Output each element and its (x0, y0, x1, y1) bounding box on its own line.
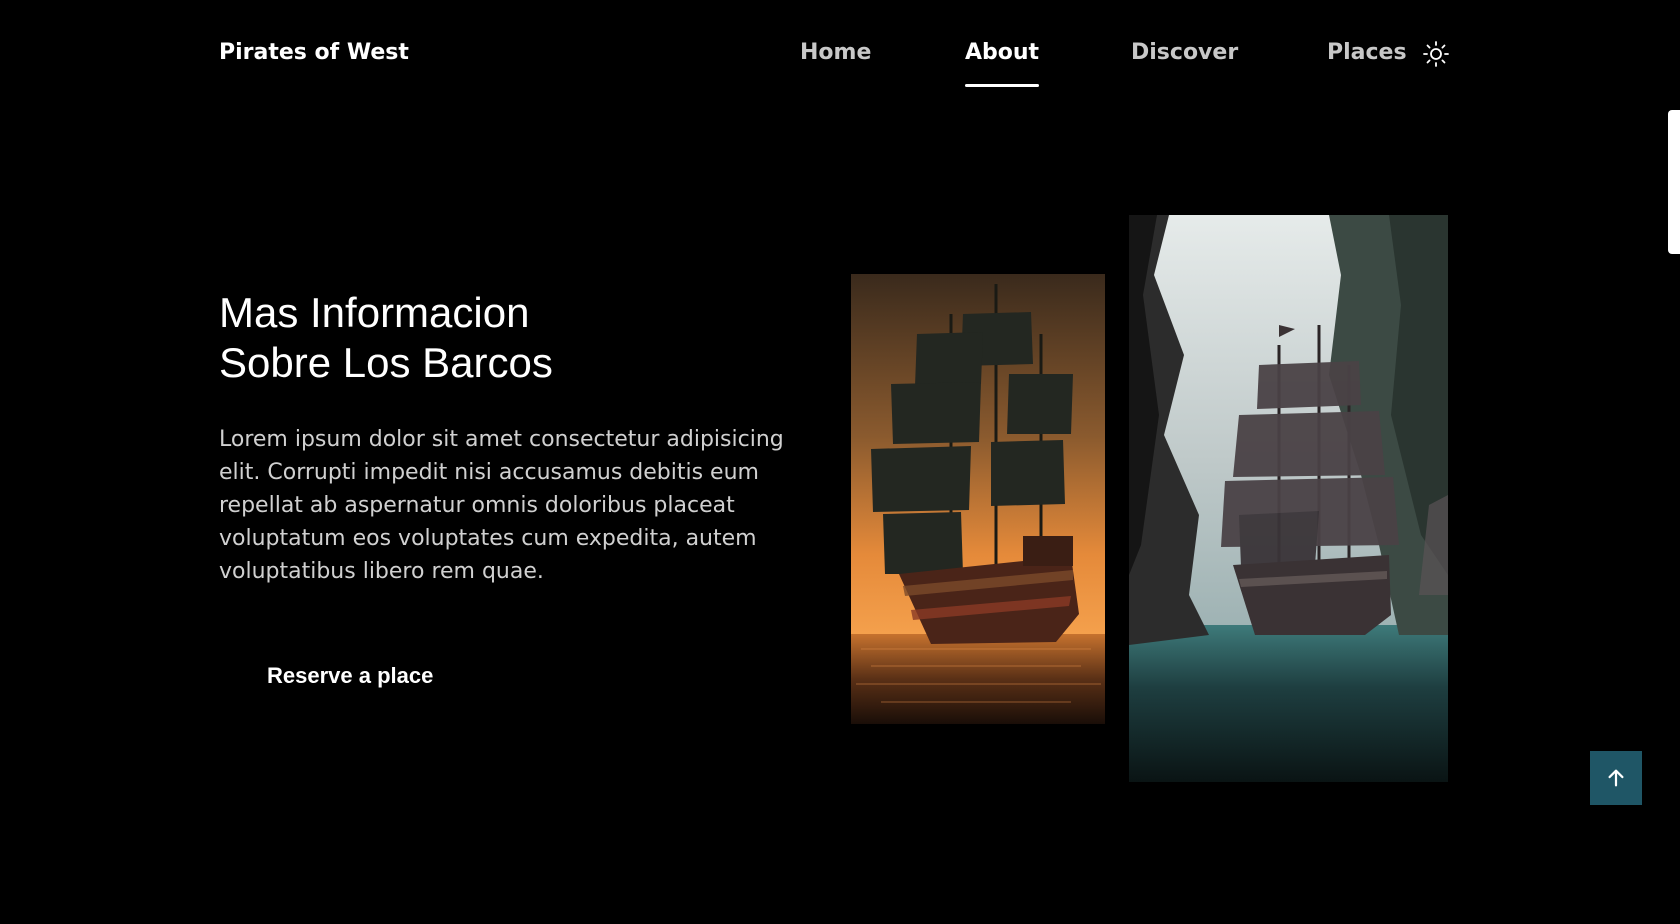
pirate-ship-cove-image (1129, 215, 1448, 782)
site-logo[interactable]: Pirates of West (219, 40, 409, 65)
arrow-up-icon (1608, 769, 1624, 787)
pirate-ship-sunset-image (851, 274, 1105, 724)
hero-title-line-2: Sobre Los Barcos (219, 339, 553, 386)
nav-link-discover[interactable]: Discover (1131, 40, 1238, 65)
nav-link-home[interactable]: Home (800, 40, 871, 65)
scroll-to-top-button[interactable] (1590, 751, 1642, 805)
hero-title-line-1: Mas Informacion (219, 289, 530, 336)
reserve-place-button[interactable]: Reserve a place (219, 655, 481, 697)
scrollbar-thumb[interactable] (1668, 110, 1680, 254)
hero-description: Lorem ipsum dolor sit amet consectetur a… (219, 427, 784, 584)
sun-icon (1423, 41, 1449, 67)
nav-link-places[interactable]: Places (1327, 40, 1407, 65)
theme-toggle-button[interactable] (1422, 40, 1450, 68)
hero-title: Mas Informacion Sobre Los Barcos (219, 288, 553, 388)
nav-link-about[interactable]: About (965, 40, 1040, 87)
